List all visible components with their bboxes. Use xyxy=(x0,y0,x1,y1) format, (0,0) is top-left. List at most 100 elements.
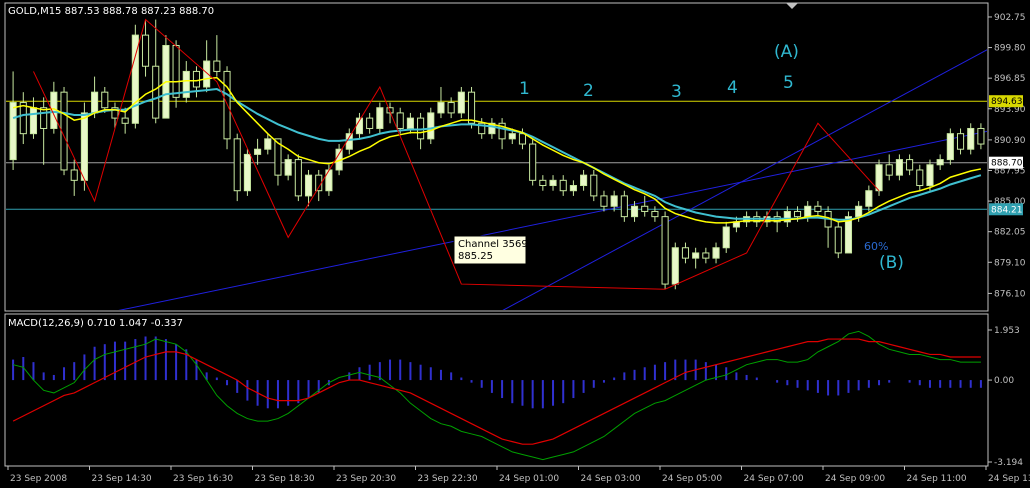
candle xyxy=(243,149,251,196)
channel-tooltip: Channel 3569 885.25 xyxy=(453,235,528,265)
candle-body xyxy=(101,91,109,109)
candle-body xyxy=(916,169,924,187)
price-y-tick-label: 902.75 xyxy=(994,13,1026,23)
candle-body xyxy=(600,195,608,207)
candle xyxy=(131,24,139,129)
price-header: GOLD,M15 887.53 888.78 887.23 888.70 xyxy=(8,6,214,17)
candle-body xyxy=(396,112,404,129)
candle-body xyxy=(936,159,944,166)
candle xyxy=(172,40,180,108)
svg-text:888.70: 888.70 xyxy=(991,159,1023,169)
candle-body xyxy=(447,102,455,114)
candle-body xyxy=(926,164,934,187)
candle xyxy=(294,154,302,202)
x-tick-label: 24 Sep 09:00 xyxy=(825,474,885,484)
candle-body xyxy=(814,205,822,212)
price-y-tick-label: 876.10 xyxy=(994,289,1026,299)
x-tick-label: 23 Sep 20:30 xyxy=(336,474,396,484)
candle-body xyxy=(243,153,251,192)
price-tag-yellow: 894.63 xyxy=(989,95,1023,108)
price-tag-current: 888.70 xyxy=(989,156,1023,169)
wave-label-2: 2 xyxy=(583,81,594,101)
candle-body xyxy=(19,102,27,135)
price-tag-cyan: 884.21 xyxy=(989,203,1023,216)
candle-body xyxy=(692,252,700,259)
candle-body xyxy=(254,148,262,155)
candle-body xyxy=(885,164,893,176)
candle xyxy=(427,107,435,145)
candle-body xyxy=(192,70,201,88)
candle-body xyxy=(661,216,669,285)
candle xyxy=(946,128,954,165)
x-tick-label: 23 Sep 16:30 xyxy=(173,474,233,484)
candle-body xyxy=(427,112,435,140)
price-y-tick-label: 896.85 xyxy=(994,74,1026,84)
candle-body xyxy=(906,159,914,171)
candle-body xyxy=(121,117,129,124)
x-tick-label: 24 Sep 07:00 xyxy=(744,474,804,484)
x-tick-label: 24 Sep 11:00 xyxy=(907,474,967,484)
x-tick-label: 23 Sep 22:30 xyxy=(418,474,478,484)
wave-label-1: 1 xyxy=(519,79,530,99)
candle-body xyxy=(40,107,48,129)
candle-body xyxy=(518,133,527,145)
candle-body xyxy=(549,179,557,187)
candle-body xyxy=(264,138,272,150)
candle xyxy=(529,138,537,186)
candle xyxy=(162,35,170,119)
tooltip-value: 885.25 xyxy=(458,251,493,262)
candle-body xyxy=(152,65,160,119)
candle-body xyxy=(681,247,690,259)
price-y-tick-label: 882.05 xyxy=(994,228,1026,238)
price-y-tick-label: 899.80 xyxy=(994,44,1026,54)
candle-body xyxy=(875,164,883,192)
candle-body xyxy=(610,195,618,207)
macd-y-tick-label: 1.953 xyxy=(994,326,1020,336)
candle-body xyxy=(722,226,730,249)
candle-body xyxy=(651,210,659,218)
candle-body xyxy=(233,138,241,192)
x-tick-label: 24 Sep 03:00 xyxy=(581,474,641,484)
candle-body xyxy=(539,179,547,187)
candle-body xyxy=(80,112,88,181)
candle-body xyxy=(967,127,975,150)
macd-header: MACD(12,26,9) 0.710 1.047 -0.337 xyxy=(8,318,183,329)
trading-chart[interactable]: 902.75899.80896.85893.90890.90887.95885.… xyxy=(0,0,1030,488)
macd-y-tick-label: -3.194 xyxy=(994,458,1023,468)
candle-body xyxy=(590,174,598,197)
candle-body xyxy=(467,91,476,124)
candle-body xyxy=(865,190,873,207)
candle-body xyxy=(70,169,78,181)
candle-body xyxy=(956,133,965,150)
candle-body xyxy=(671,247,679,285)
candle-body xyxy=(29,107,38,135)
candle-body xyxy=(91,91,99,114)
candle-body xyxy=(294,159,302,197)
price-y-tick-label: 890.90 xyxy=(994,136,1026,146)
candle-body xyxy=(284,159,292,176)
candle-body xyxy=(366,117,374,129)
candle-body xyxy=(844,216,853,254)
tooltip-title: Channel 3569 xyxy=(458,239,528,250)
candle xyxy=(233,133,241,202)
candle xyxy=(661,211,669,290)
wave-label-4: 4 xyxy=(727,78,738,98)
svg-text:894.63: 894.63 xyxy=(991,97,1023,107)
x-tick-label: 24 Sep 01:00 xyxy=(499,474,559,484)
candle-body xyxy=(580,174,588,187)
x-tick-label: 23 Sep 14:30 xyxy=(92,474,152,484)
candle-body xyxy=(182,70,190,98)
price-y-tick-label: 879.10 xyxy=(994,258,1026,268)
candle xyxy=(834,221,842,259)
candle-body xyxy=(641,205,649,212)
candle-body xyxy=(304,174,313,197)
candle-body xyxy=(569,185,577,192)
macd-y-tick-label: 0.00 xyxy=(994,376,1014,386)
candle-body xyxy=(172,44,180,98)
candle-body xyxy=(712,247,720,259)
candle-body xyxy=(895,159,903,176)
candle-body xyxy=(977,127,985,145)
candle xyxy=(844,211,853,254)
candle-body xyxy=(508,133,516,140)
candle-body xyxy=(620,195,628,218)
